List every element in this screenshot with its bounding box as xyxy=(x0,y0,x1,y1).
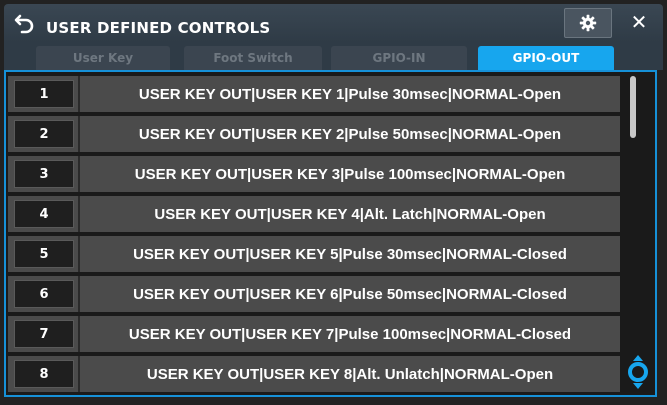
item-number: 2 xyxy=(14,120,74,148)
back-button[interactable] xyxy=(10,10,40,38)
item-assignment: USER KEY OUT|USER KEY 1|Pulse 30msec|NOR… xyxy=(138,85,562,103)
divider xyxy=(78,356,80,392)
item-assignment: USER KEY OUT|USER KEY 4|Alt. Latch|NORMA… xyxy=(154,205,546,223)
back-arrow-icon xyxy=(14,14,34,34)
list-item[interactable]: 5 USER KEY OUT|USER KEY 5|Pulse 30msec|N… xyxy=(8,236,620,272)
title-bar: USER DEFINED CONTROLS ✕ xyxy=(4,4,663,42)
divider xyxy=(78,276,80,312)
divider xyxy=(78,116,80,152)
window: USER DEFINED CONTROLS ✕ User Key Foot Sw… xyxy=(0,0,667,405)
divider xyxy=(78,76,80,112)
scroll-updown-icon xyxy=(628,355,648,389)
list-item[interactable]: 3 USER KEY OUT|USER KEY 3|Pulse 100msec|… xyxy=(8,156,620,192)
list-item[interactable]: 1 USER KEY OUT|USER KEY 1|Pulse 30msec|N… xyxy=(8,76,620,112)
divider xyxy=(78,236,80,272)
item-assignment: USER KEY OUT|USER KEY 8|Alt. Unlatch|NOR… xyxy=(146,365,554,383)
tab-gpio-in[interactable]: GPIO-IN xyxy=(331,46,467,70)
item-assignment: USER KEY OUT|USER KEY 6|Pulse 50msec|NOR… xyxy=(133,285,567,303)
item-number: 8 xyxy=(14,360,74,388)
close-icon: ✕ xyxy=(630,10,648,34)
scroll-position-indicator[interactable] xyxy=(626,354,650,390)
item-number: 3 xyxy=(14,160,74,188)
tab-user-key[interactable]: User Key xyxy=(36,46,170,70)
list-item[interactable]: 2 USER KEY OUT|USER KEY 2|Pulse 50msec|N… xyxy=(8,116,620,152)
item-assignment: USER KEY OUT|USER KEY 2|Pulse 50msec|NOR… xyxy=(138,125,562,143)
item-number: 1 xyxy=(14,80,74,108)
item-number: 6 xyxy=(14,280,74,308)
divider xyxy=(78,316,80,352)
list-item[interactable]: 6 USER KEY OUT|USER KEY 6|Pulse 50msec|N… xyxy=(8,276,620,312)
scrollbar[interactable] xyxy=(626,76,640,386)
divider xyxy=(78,156,80,192)
list-item[interactable]: 4 USER KEY OUT|USER KEY 4|Alt. Latch|NOR… xyxy=(8,196,620,232)
gear-icon xyxy=(579,14,597,32)
item-number: 7 xyxy=(14,320,74,348)
list-item[interactable]: 8 USER KEY OUT|USER KEY 8|Alt. Unlatch|N… xyxy=(8,356,620,392)
tab-foot-switch[interactable]: Foot Switch xyxy=(184,46,322,70)
item-assignment: USER KEY OUT|USER KEY 7|Pulse 100msec|NO… xyxy=(128,325,572,343)
divider xyxy=(78,196,80,232)
tab-gpio-out[interactable]: GPIO-OUT xyxy=(478,46,614,70)
gpio-out-list: 1 USER KEY OUT|USER KEY 1|Pulse 30msec|N… xyxy=(4,70,657,397)
page-title: USER DEFINED CONTROLS xyxy=(46,19,271,37)
scrollbar-thumb[interactable] xyxy=(630,76,636,138)
item-number: 5 xyxy=(14,240,74,268)
close-button[interactable]: ✕ xyxy=(624,8,654,36)
list-item[interactable]: 7 USER KEY OUT|USER KEY 7|Pulse 100msec|… xyxy=(8,316,620,352)
item-assignment: USER KEY OUT|USER KEY 3|Pulse 100msec|NO… xyxy=(134,165,566,183)
item-assignment: USER KEY OUT|USER KEY 5|Pulse 30msec|NOR… xyxy=(133,245,567,263)
tab-bar: User Key Foot Switch GPIO-IN GPIO-OUT xyxy=(4,42,663,70)
settings-button[interactable] xyxy=(564,8,612,38)
item-number: 4 xyxy=(14,200,74,228)
